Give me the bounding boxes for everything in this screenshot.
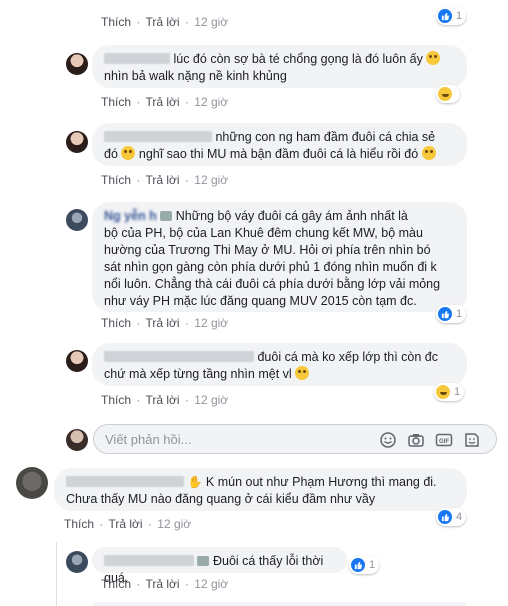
commenter-name[interactable]: Ng yễn h [104,209,160,223]
reply-link[interactable]: Trả lời [145,577,179,591]
like-link[interactable]: Thích [101,577,131,591]
like-link[interactable]: Thích [101,15,131,29]
comment-actions: Thích · Trả lời · 12 giờ [101,577,229,591]
reaction-count[interactable]: 1 [436,7,467,25]
like-link[interactable]: Thích [101,173,131,187]
avatar[interactable] [66,53,88,75]
timestamp: 12 giờ [157,517,192,531]
like-link[interactable]: Thích [101,95,131,109]
comment-actions: Thích · Trả lời · 12 giờ [101,95,229,109]
flag-icon [197,556,210,566]
emoji-icon[interactable] [379,431,397,449]
timestamp: 12 giờ [194,316,229,330]
commenter-name[interactable] [104,131,212,142]
reaction-count[interactable]: 1 [349,556,380,574]
avatar[interactable] [16,467,48,499]
timestamp: 12 giờ [194,95,229,109]
comment-bubble: đuôi cá mà ko xếp lớp thì còn đc chứ mà … [92,343,467,386]
avatar[interactable] [66,131,88,153]
comment-bubble: Đuôi cá thấy lỗi thời quá. [92,547,347,585]
like-icon [438,510,452,524]
avatar [66,429,88,451]
commenter-name[interactable] [104,53,170,64]
reply-link[interactable]: Trả lời [145,95,179,109]
svg-text:GIF: GIF [439,439,449,445]
like-link[interactable]: Thích [101,393,131,407]
gif-icon[interactable]: GIF [435,431,453,449]
reply-link[interactable]: Trả lời [145,15,179,29]
timestamp: 12 giờ [194,577,229,591]
reply-link[interactable]: Trả lời [145,393,179,407]
camera-icon[interactable] [407,431,425,449]
timestamp: 12 giờ [194,393,229,407]
reply-input[interactable]: Viết phản hồi... GIF [93,424,497,454]
reaction-count[interactable]: 1 [436,305,467,323]
like-icon [438,9,452,23]
reply-link[interactable]: Trả lời [108,517,142,531]
like-link[interactable]: Thích [64,517,94,531]
avatar[interactable] [66,350,88,372]
avatar[interactable] [66,209,88,231]
haha-icon [438,87,452,101]
commenter-name[interactable] [104,555,194,566]
comment-bubble: lúc đó còn sợ bà té chổng gọng là đó luô… [92,45,467,88]
hand-icon: ✋ [187,475,203,489]
haha-icon [436,385,450,399]
reply-placeholder: Viết phản hồi... [105,432,192,447]
like-link[interactable]: Thích [101,316,131,330]
reaction-count[interactable]: 4 [436,508,467,526]
sticker-icon[interactable] [463,431,481,449]
comment-bubble: Ng yễn h Những bộ váy đuôi cá gây ám ảnh… [92,202,467,312]
comment-actions: Thích · Trả lời · 12 giờ [101,173,229,187]
comment-actions: Thích · Trả lời · 12 giờ [101,15,229,29]
like-icon [438,307,452,321]
like-icon [351,558,365,572]
reply-link[interactable]: Trả lời [145,316,179,330]
comment-bubble: những con ng ham đầm đuôi cá chia sẻ đó … [92,123,467,166]
emoji-icon [295,366,310,380]
reply-link[interactable]: Trả lời [145,173,179,187]
avatar[interactable] [66,551,88,573]
comment-actions: Thích · Trả lời · 12 giờ [101,393,229,407]
comment-actions: Thích · Trả lời · 12 giờ [64,517,192,531]
comment-bubble: ✋ K mún out như Phạm Hương thì mang đi. … [54,468,467,511]
emoji-icon [121,146,136,160]
emoji-icon [426,51,441,65]
emoji-icon [421,146,436,160]
commenter-name[interactable] [104,351,254,362]
comment-actions: Thích · Trả lời · 12 giờ [101,316,229,330]
thread-line [56,542,57,606]
flag-icon [160,211,173,221]
commenter-name[interactable] [66,476,184,487]
timestamp: 12 giờ [194,15,229,29]
reaction-badge[interactable] [436,85,460,103]
reaction-count[interactable]: 1 [434,383,465,401]
next-comment-bubble [92,602,467,606]
timestamp: 12 giờ [194,173,229,187]
